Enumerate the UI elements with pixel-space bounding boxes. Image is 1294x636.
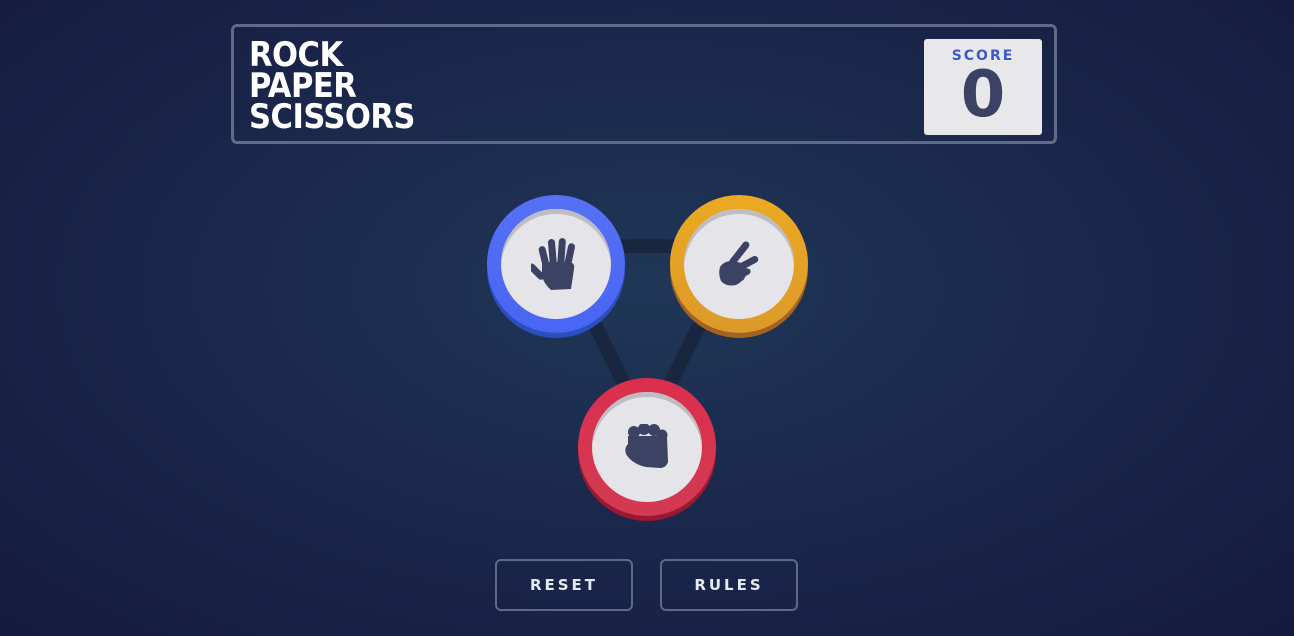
reset-button[interactable]: RESET <box>495 559 633 611</box>
game-header: ROCK PAPER SCISSORS SCORE 0 <box>231 24 1057 144</box>
rock-choice-button[interactable] <box>578 378 716 516</box>
paper-choice-button[interactable] <box>487 195 625 333</box>
scissors-hand-icon <box>719 241 759 286</box>
game-title: ROCK PAPER SCISSORS <box>249 38 415 137</box>
scissors-choice-button[interactable] <box>670 195 808 333</box>
paper-token-face <box>501 209 611 319</box>
rules-button[interactable]: RULES <box>660 559 798 611</box>
scissors-token-face <box>684 209 794 319</box>
title-line-scissors: SCISSORS <box>249 97 415 137</box>
paper-hand-icon <box>531 238 575 290</box>
rock-fist-icon <box>625 424 668 468</box>
rock-token-face <box>592 392 702 502</box>
score-box: SCORE 0 <box>924 39 1042 135</box>
score-value: 0 <box>960 58 1006 132</box>
